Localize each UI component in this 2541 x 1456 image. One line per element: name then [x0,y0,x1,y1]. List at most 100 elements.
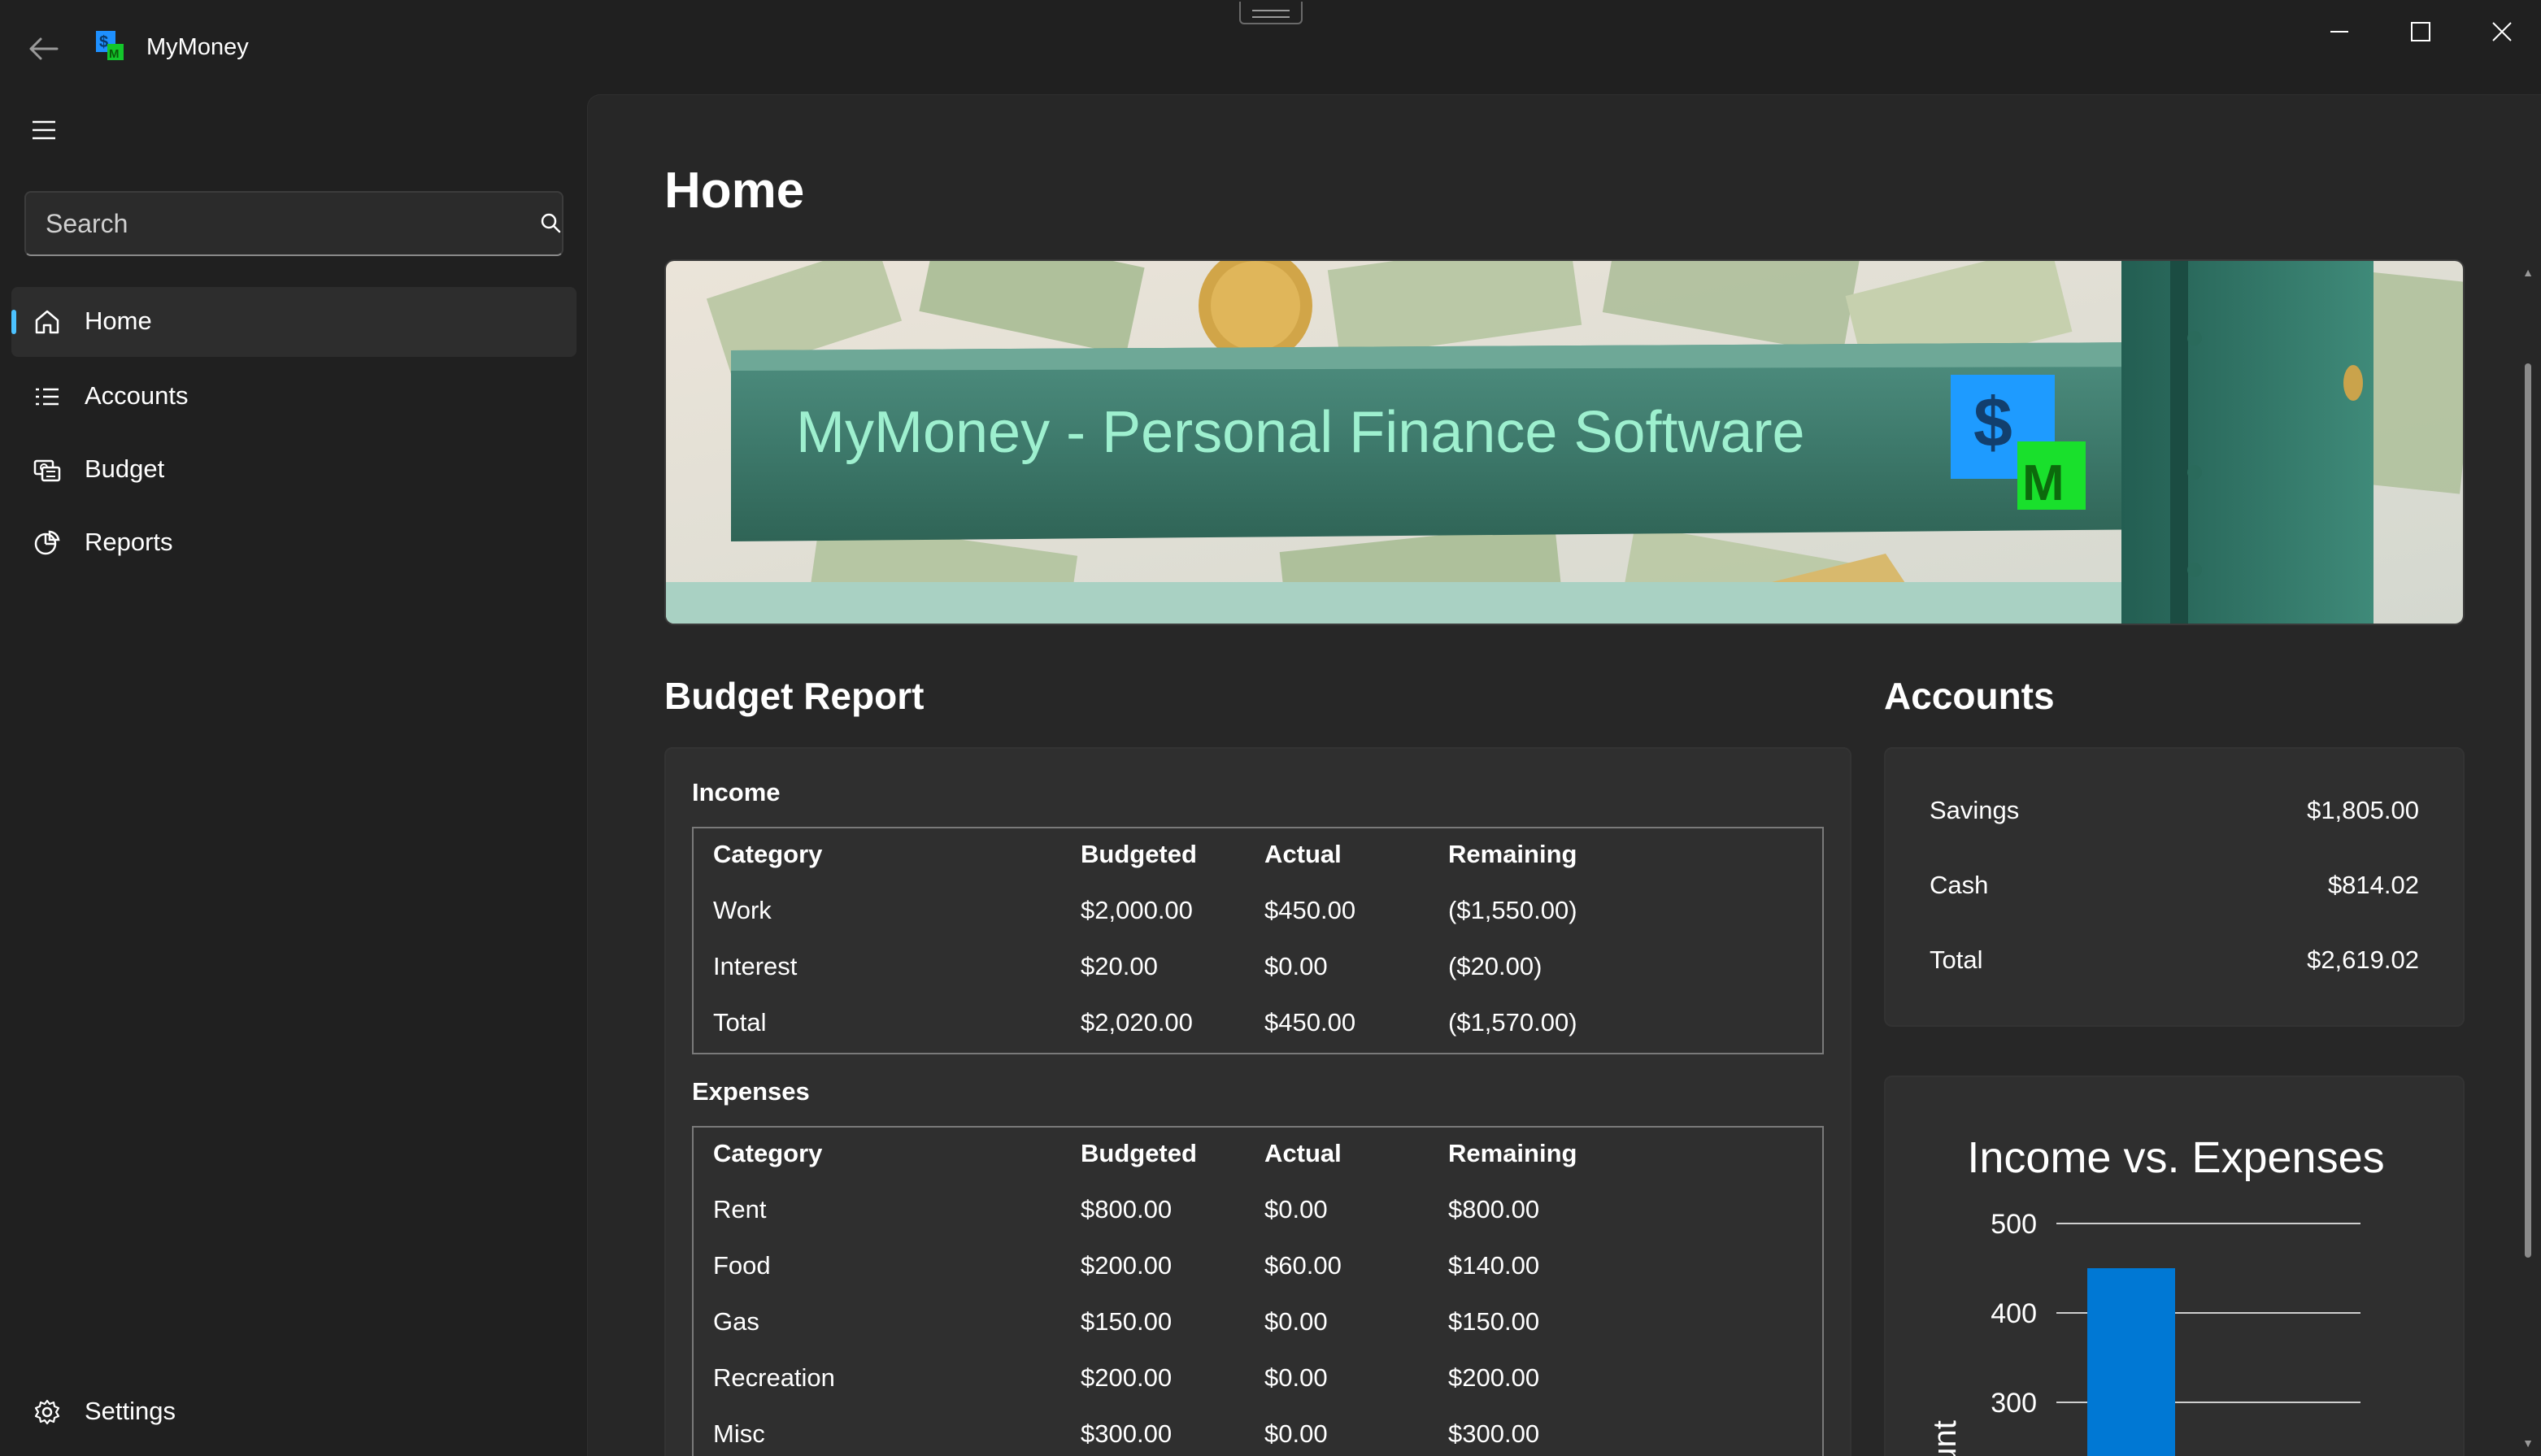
cell-actual: $0.00 [1264,1307,1328,1336]
income-expenses-chart-card: Income vs. Expenses 300 400 500 ount [1884,1076,2465,1456]
minimize-button[interactable] [2298,8,2379,57]
home-icon [35,310,59,334]
header-actual: Actual [1264,1139,1342,1167]
list-icon [36,388,59,406]
header-actual: Actual [1264,840,1342,868]
hamburger-menu-icon [33,120,55,140]
header-remaining: Remaining [1448,840,1577,868]
cell-actual: $450.00 [1264,896,1356,924]
account-name: Cash [1930,871,1989,899]
header-category: Category [713,840,823,868]
table-row: Work $2,000.00 $450.00 ($1,550.00) [694,884,1822,941]
income-label: Income [692,778,781,806]
table-row: Interest $20.00 $0.00 ($20.00) [694,941,1822,997]
table-row: Recreation $200.00 $0.00 $200.00 [694,1352,1822,1408]
cell-actual: $0.00 [1264,1363,1328,1392]
sidebar-item-budget[interactable]: Budget [11,435,577,505]
cell-budgeted: $2,000.00 [1081,896,1193,924]
search-box[interactable] [24,191,563,256]
cell-remaining: $300.00 [1448,1419,1540,1448]
app-title: MyMoney [146,34,249,60]
table-row: Food $200.00 $60.00 $140.00 [694,1240,1822,1296]
account-name: Savings [1930,796,2020,824]
cell-category: Recreation [713,1363,835,1392]
close-icon [2492,22,2512,41]
sidebar-item-settings[interactable]: Settings [11,1377,577,1447]
header-budgeted: Budgeted [1081,1139,1197,1167]
cell-budgeted: $2,020.00 [1081,1008,1193,1037]
vertical-scrollbar[interactable] [2525,363,2531,1258]
cell-remaining: $800.00 [1448,1195,1540,1223]
cell-budgeted: $200.00 [1081,1363,1173,1392]
cell-remaining: ($1,570.00) [1448,1008,1577,1037]
account-balance: $814.02 [2327,871,2419,899]
back-button[interactable] [20,28,72,70]
close-button[interactable] [2461,8,2541,57]
table-row: Total $2,020.00 $450.00 ($1,570.00) [694,997,1822,1053]
search-icon[interactable] [538,211,564,237]
snap-handle[interactable] [1239,2,1303,24]
table-row: Gas $150.00 $0.00 $150.00 [694,1296,1822,1352]
y-tick-label: 500 [1991,1209,2037,1240]
home-banner: $ M MyMoney - Personal Finance Software [664,259,2465,625]
table-row: Misc $300.00 $0.00 $300.00 [694,1408,1822,1456]
header-budgeted: Budgeted [1081,840,1197,868]
sidebar-item-label: Home [85,306,152,335]
nav-toggle-button[interactable] [24,114,65,146]
table-header-row: Category Budgeted Actual Remaining [694,828,1822,884]
expenses-label: Expenses [692,1077,810,1106]
app-window: $ M MyMoney Home [0,0,2541,1456]
cell-budgeted: $800.00 [1081,1195,1173,1223]
header-remaining: Remaining [1448,1139,1577,1167]
expenses-table: Category Budgeted Actual Remaining Rent … [692,1126,1824,1456]
sidebar-item-label: Settings [85,1397,176,1425]
table-row: Rent $800.00 $0.00 $800.00 [694,1184,1822,1240]
y-tick-label: 300 [1991,1388,2037,1419]
cell-budgeted: $20.00 [1081,952,1158,980]
cell-category: Total [713,1008,767,1037]
account-row[interactable]: Cash $814.02 [1930,871,2419,919]
sidebar-item-home[interactable]: Home [11,287,577,357]
cell-remaining: ($1,550.00) [1448,896,1577,924]
cell-budgeted: $150.00 [1081,1307,1173,1336]
maximize-button[interactable] [2379,8,2461,57]
app-logo-icon: $ M [96,31,124,60]
svg-text:M: M [109,47,120,60]
cell-category: Rent [713,1195,767,1223]
cell-actual: $450.00 [1264,1008,1356,1037]
scroll-up-icon[interactable]: ▲ [2521,266,2534,279]
income-expenses-chart: 300 400 500 ount [1927,1209,2360,1456]
main-content: Home $ M MyMoney - Personal Finance Soft… [587,94,2541,1456]
cell-category: Misc [713,1419,765,1448]
page-title: Home [664,163,805,219]
accounts-card: Savings $1,805.00 Cash $814.02 Total $2,… [1884,747,2465,1027]
scroll-down-icon[interactable]: ▼ [2521,1436,2534,1449]
sidebar-item-accounts[interactable]: Accounts [11,362,577,432]
svg-text:$: $ [1973,384,2012,462]
account-name: Total [1930,945,1983,974]
chart-bar [2087,1268,2175,1456]
cell-actual: $0.00 [1264,1419,1328,1448]
reports-icon [34,530,60,555]
table-header-row: Category Budgeted Actual Remaining [694,1128,1822,1184]
account-balance: $1,805.00 [2307,796,2419,824]
search-input[interactable] [46,193,501,254]
cell-actual: $0.00 [1264,952,1328,980]
account-balance: $2,619.02 [2307,945,2419,974]
cell-actual: $60.00 [1264,1251,1342,1280]
budget-icon [33,459,61,482]
cell-category: Gas [713,1307,759,1336]
header-category: Category [713,1139,823,1167]
budget-report-title: Budget Report [664,675,925,717]
accounts-title: Accounts [1884,675,2055,717]
y-tick-label: 400 [1991,1298,2037,1329]
sidebar-item-reports[interactable]: Reports [11,508,577,578]
cell-budgeted: $300.00 [1081,1419,1173,1448]
cell-budgeted: $200.00 [1081,1251,1173,1280]
cell-actual: $0.00 [1264,1195,1328,1223]
sidebar-item-label: Accounts [85,381,189,410]
banner-title: MyMoney - Personal Finance Software [796,400,1805,465]
account-row[interactable]: Savings $1,805.00 [1930,796,2419,845]
cell-category: Interest [713,952,798,980]
cell-category: Food [713,1251,771,1280]
